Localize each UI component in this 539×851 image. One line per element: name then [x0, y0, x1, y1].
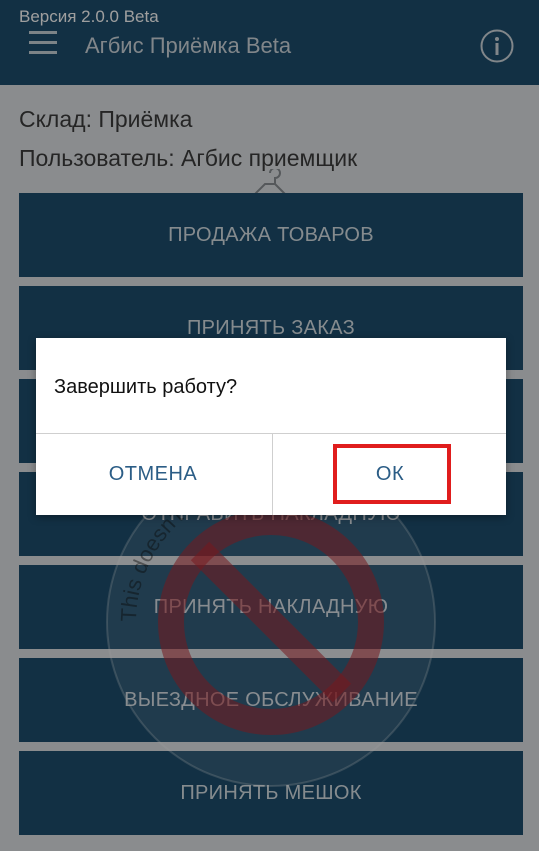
dialog-message: Завершить работу? — [54, 376, 238, 398]
ok-button-highlight — [333, 444, 451, 504]
cancel-button[interactable]: ОТМЕНА — [36, 434, 270, 515]
